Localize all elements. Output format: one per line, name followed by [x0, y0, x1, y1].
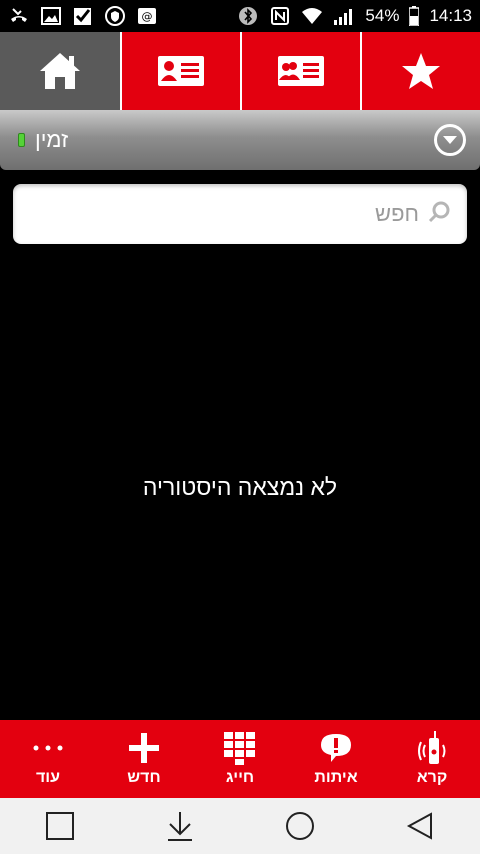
- action-new-button[interactable]: חדש: [96, 720, 192, 798]
- action-more-button[interactable]: עוד: [0, 720, 96, 798]
- search-box: [13, 184, 467, 244]
- status-right: 54% 14:13: [237, 6, 472, 26]
- home-button[interactable]: [270, 801, 330, 851]
- action-more-label: עוד: [35, 769, 61, 786]
- account-selector[interactable]: זמין: [0, 110, 480, 170]
- dialpad-icon: [223, 731, 257, 765]
- recents-button[interactable]: [30, 801, 90, 851]
- triangle-back-icon: [406, 812, 432, 840]
- system-nav-bar: [0, 798, 480, 854]
- tab-home[interactable]: [0, 32, 120, 110]
- signal-icon: [333, 6, 355, 26]
- svg-text:@: @: [142, 10, 153, 23]
- dropdown-chevron-icon[interactable]: [434, 124, 466, 156]
- status-indicator-icon: [18, 133, 25, 147]
- action-dial-label: חייג: [225, 769, 255, 786]
- bluetooth-icon: [237, 6, 259, 26]
- tab-favorites[interactable]: [360, 32, 480, 110]
- action-new-label: חדש: [127, 769, 161, 786]
- walkie-talkie-icon: [414, 731, 450, 765]
- wifi-icon: [301, 6, 323, 26]
- action-alert-label: איתות: [314, 769, 358, 786]
- action-alert-button[interactable]: איתות: [288, 720, 384, 798]
- back-button[interactable]: [390, 801, 450, 851]
- email-icon: @: [136, 6, 158, 26]
- plus-icon: [128, 731, 160, 765]
- search-icon: [427, 200, 451, 228]
- clock: 14:13: [429, 6, 472, 25]
- alert-icon: [319, 731, 353, 765]
- action-dial-button[interactable]: חייג: [192, 720, 288, 798]
- battery-icon: [409, 6, 420, 26]
- more-icon: [32, 731, 64, 765]
- shield-icon: [104, 6, 126, 26]
- notifications-pull-button[interactable]: [150, 801, 210, 851]
- status-left: @: [8, 6, 158, 26]
- group-card-icon: [278, 56, 324, 86]
- contact-card-icon: [158, 56, 204, 86]
- nfc-icon: [269, 6, 291, 26]
- action-bar: עוד חדש חייג איתות קרא: [0, 720, 480, 798]
- action-call-label: קרא: [416, 769, 448, 786]
- status-bar: @ 54% 14:13: [0, 0, 480, 32]
- circle-icon: [286, 812, 314, 840]
- top-tabs: [0, 32, 480, 110]
- missed-call-icon: [8, 6, 30, 26]
- action-call-button[interactable]: קרא: [384, 720, 480, 798]
- empty-history-message: לא נמצאה היסטוריה: [142, 474, 338, 500]
- account-status: זמין: [18, 127, 68, 153]
- battery-percent: 54%: [365, 6, 400, 25]
- image-icon: [40, 6, 62, 26]
- home-icon: [40, 53, 80, 89]
- checkbox-sync-icon: [72, 6, 94, 26]
- account-name: זמין: [35, 127, 69, 152]
- arrow-down-icon: [168, 812, 192, 841]
- tab-contact-card[interactable]: [120, 32, 240, 110]
- star-icon: [402, 53, 440, 89]
- tab-group-card[interactable]: [240, 32, 360, 110]
- search-input[interactable]: [39, 201, 419, 227]
- square-icon: [46, 812, 74, 840]
